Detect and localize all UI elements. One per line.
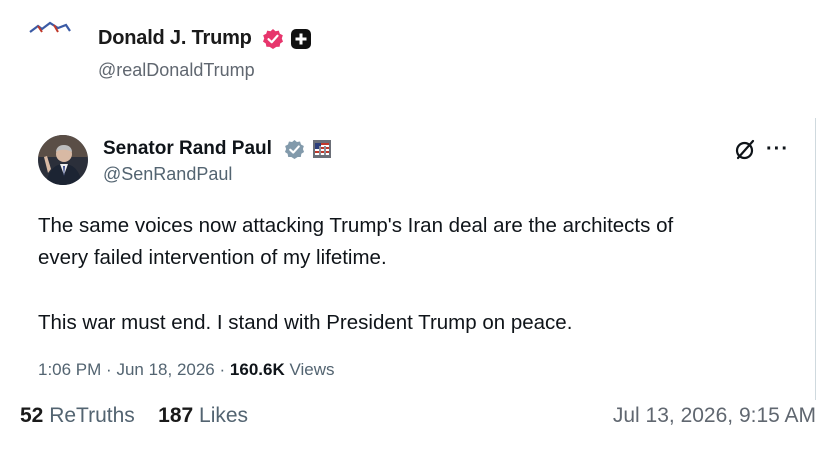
likes-count[interactable]: 187 [158,404,193,427]
quoted-author-handle[interactable]: @SenRandPaul [103,164,232,185]
avatar-icon[interactable] [28,20,72,34]
likes-label[interactable]: Likes [199,404,248,427]
verified-badge-icon [284,139,305,160]
retruths-count[interactable]: 52 [20,404,43,427]
post-date[interactable]: Jul 13, 2026, 9:15 AM [613,404,816,428]
tweet-text-line: every failed intervention of my lifetime… [38,246,387,269]
grok-icon[interactable] [733,138,757,162]
separator: · [219,360,226,379]
author-name[interactable]: Donald J. Trump [98,27,252,50]
more-options-icon[interactable]: ··· [766,138,789,161]
post-stats: 52 ReTruths 187 Likes [20,404,248,428]
quoted-avatar[interactable] [38,135,88,185]
tweet-date[interactable]: Jun 18, 2026 [116,360,214,379]
plus-badge-icon [291,29,311,49]
government-flag-icon [313,140,331,158]
retruths-label[interactable]: ReTruths [49,404,135,427]
tweet-text-line: This war must end. I stand with Presiden… [38,311,573,334]
separator: · [106,360,112,379]
tweet-meta: 1:06 PM · Jun 18, 2026 · 160.6K Views [38,360,335,380]
views-count: 160.6K [229,360,285,379]
quoted-author-name[interactable]: Senator Rand Paul [103,138,272,160]
verified-badge-icon [263,29,283,49]
views-label: Views [289,360,335,379]
author-handle[interactable]: @realDonaldTrump [98,60,255,81]
person-avatar-icon [38,135,88,185]
tweet-text-line: The same voices now attacking Trump's Ir… [38,214,674,237]
tweet-time[interactable]: 1:06 PM [38,360,101,379]
